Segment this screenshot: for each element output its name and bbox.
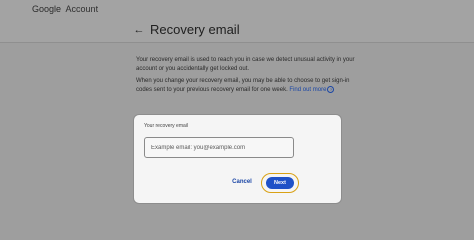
next-button[interactable]: Next [266, 177, 294, 189]
recovery-email-input[interactable] [144, 137, 294, 158]
logo-google-text: Google [32, 4, 62, 14]
recovery-email-card: Your recovery email Cancel Next [134, 115, 341, 203]
arrow-left-icon[interactable]: ← [133, 24, 145, 36]
cancel-button[interactable]: Cancel [231, 177, 253, 188]
logo-account-text: Account [65, 4, 99, 14]
recovery-email-description: Your recovery email is used to reach you… [136, 57, 355, 72]
find-out-more-link[interactable]: Find out more [289, 87, 326, 93]
page-title: Recovery email [150, 22, 240, 37]
google-account-logo[interactable]: Google Account [32, 4, 98, 15]
top-bar: Google Account ← Recovery email [0, 0, 474, 43]
recovery-email-label: Your recovery email [144, 123, 189, 129]
recovery-email-change-note: When you change your recovery email, you… [136, 77, 366, 95]
info-icon[interactable]: ? [327, 86, 335, 93]
